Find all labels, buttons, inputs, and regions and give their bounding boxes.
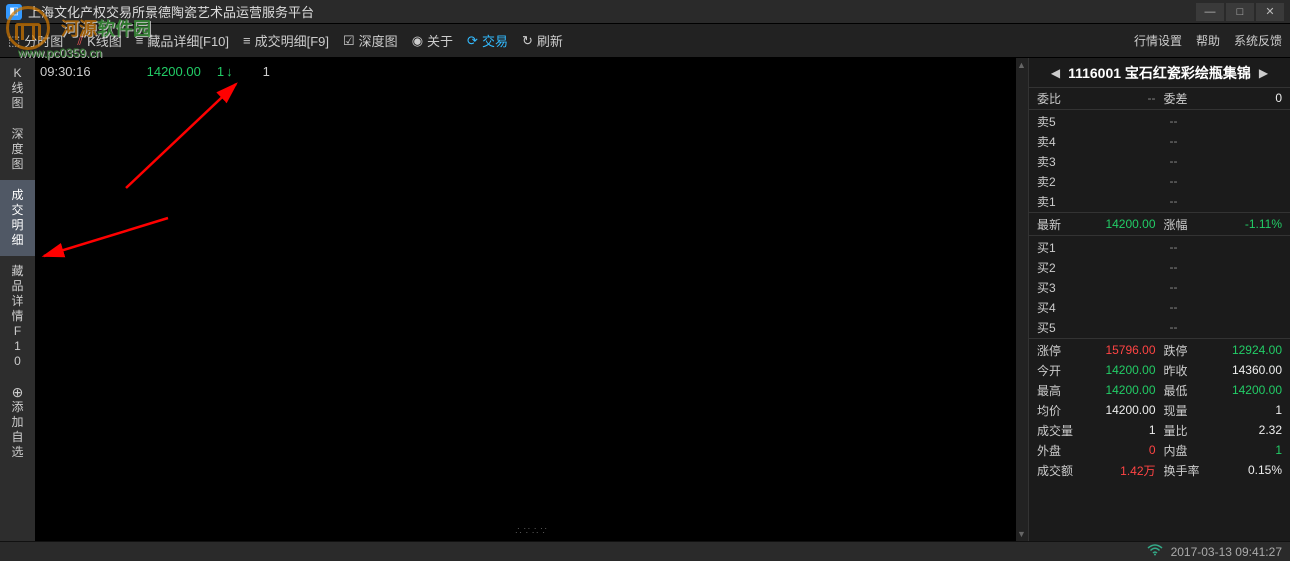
down-arrow-icon: ↓ — [226, 64, 233, 79]
row-weibi: 委比-- 委差0 — [1029, 88, 1290, 108]
toolbar: 分时图 K线图 藏品详细[F10] 成交明细[F9] 深度图 关于 交易 刷新 … — [0, 24, 1290, 58]
annotation-arrow-2 — [38, 208, 178, 291]
close-button[interactable]: ✕ — [1256, 3, 1284, 21]
link-help[interactable]: 帮助 — [1196, 32, 1220, 49]
bid-5: 买5-- — [1029, 317, 1290, 337]
depth-icon — [343, 33, 355, 49]
tb-trade-detail[interactable]: 成交明细[F9] — [243, 31, 329, 50]
ask-5: 卖5-- — [1029, 111, 1290, 131]
bid-2: 买2-- — [1029, 257, 1290, 277]
list-icon — [136, 33, 144, 48]
quote-panel: ◀ 1116001 宝石红瓷彩绘瓶集锦 ▶ 委比-- 委差0 卖5-- 卖4--… — [1028, 58, 1290, 541]
tb-depth[interactable]: 深度图 — [343, 31, 398, 50]
drag-handle[interactable]: ∴∵∴∵ — [515, 526, 548, 537]
stat-row-2: 最高14200.00最低14200.00 — [1029, 380, 1290, 400]
trade-count: 1 — [263, 64, 270, 79]
prev-item-button[interactable]: ◀ — [1051, 66, 1060, 80]
trade-price: 14200.00 — [147, 64, 201, 79]
stat-row-4: 成交量1量比2.32 — [1029, 420, 1290, 440]
trade-icon — [467, 33, 478, 49]
sidebar: K线图 深度图 成交明细 藏品详情F10 ⊕添加自选 — [0, 58, 36, 541]
bid-3: 买3-- — [1029, 277, 1290, 297]
kline-icon — [77, 33, 83, 49]
status-datetime: 2017-03-13 09:41:27 — [1171, 545, 1282, 559]
stat-row-0: 涨停15796.00跌停12924.00 — [1029, 340, 1290, 360]
next-item-button[interactable]: ▶ — [1259, 66, 1268, 80]
tb-item-detail[interactable]: 藏品详细[F10] — [136, 31, 229, 50]
maximize-button[interactable]: □ — [1226, 3, 1254, 21]
ask-3: 卖3-- — [1029, 151, 1290, 171]
link-feedback[interactable]: 系统反馈 — [1234, 32, 1282, 49]
tb-time-chart[interactable]: 分时图 — [8, 31, 63, 50]
bid-1: 买1-- — [1029, 237, 1290, 257]
stat-row-3: 均价14200.00现量1 — [1029, 400, 1290, 420]
ask-2: 卖2-- — [1029, 171, 1290, 191]
stat-row-5: 外盘0内盘1 — [1029, 440, 1290, 460]
link-quote-settings[interactable]: 行情设置 — [1134, 32, 1182, 49]
quote-title: 1116001 宝石红瓷彩绘瓶集锦 — [1068, 63, 1251, 83]
sb-trade-detail[interactable]: 成交明细 — [0, 180, 35, 256]
ask-1: 卖1-- — [1029, 191, 1290, 211]
tb-about[interactable]: 关于 — [412, 31, 453, 50]
window-title: 上海文化产权交易所景德陶瓷艺术品运营服务平台 — [28, 2, 1196, 21]
app-logo-icon: ◧ — [6, 4, 22, 20]
list-icon — [243, 33, 251, 48]
bid-4: 买4-- — [1029, 297, 1290, 317]
stat-row-1: 今开14200.00昨收14360.00 — [1029, 360, 1290, 380]
titlebar: ◧ 上海文化产权交易所景德陶瓷艺术品运营服务平台 — □ ✕ — [0, 0, 1290, 24]
tb-kline[interactable]: K线图 — [77, 31, 121, 50]
sb-kline[interactable]: K线图 — [0, 58, 35, 119]
wifi-icon — [1147, 544, 1163, 559]
statusbar: 2017-03-13 09:41:27 — [0, 541, 1290, 561]
annotation-arrow-1 — [96, 78, 256, 201]
refresh-icon — [522, 33, 533, 49]
ask-4: 卖4-- — [1029, 131, 1290, 151]
stat-row-6: 成交额1.42万换手率0.15% — [1029, 460, 1290, 480]
sb-add-fav[interactable]: ⊕添加自选 — [0, 377, 35, 468]
content-area: 09:30:16 14200.00 1↓ 1 ∴∵∴∵ — [36, 58, 1028, 541]
trade-volume: 1↓ — [217, 64, 233, 79]
chart-icon — [8, 33, 20, 49]
sb-item-detail[interactable]: 藏品详情F10 — [0, 256, 35, 377]
plus-icon: ⊕ — [12, 385, 24, 400]
row-latest: 最新14200.00 涨幅-1.11% — [1029, 214, 1290, 234]
vertical-scrollbar[interactable] — [1016, 58, 1028, 541]
tb-trade[interactable]: 交易 — [467, 31, 508, 50]
quote-header: ◀ 1116001 宝石红瓷彩绘瓶集锦 ▶ — [1029, 58, 1290, 88]
minimize-button[interactable]: — — [1196, 3, 1224, 21]
trade-time: 09:30:16 — [40, 64, 91, 79]
trade-row: 09:30:16 14200.00 1↓ 1 — [40, 64, 270, 79]
sb-depth[interactable]: 深度图 — [0, 119, 35, 180]
tb-refresh[interactable]: 刷新 — [522, 31, 563, 50]
about-icon — [412, 33, 423, 49]
